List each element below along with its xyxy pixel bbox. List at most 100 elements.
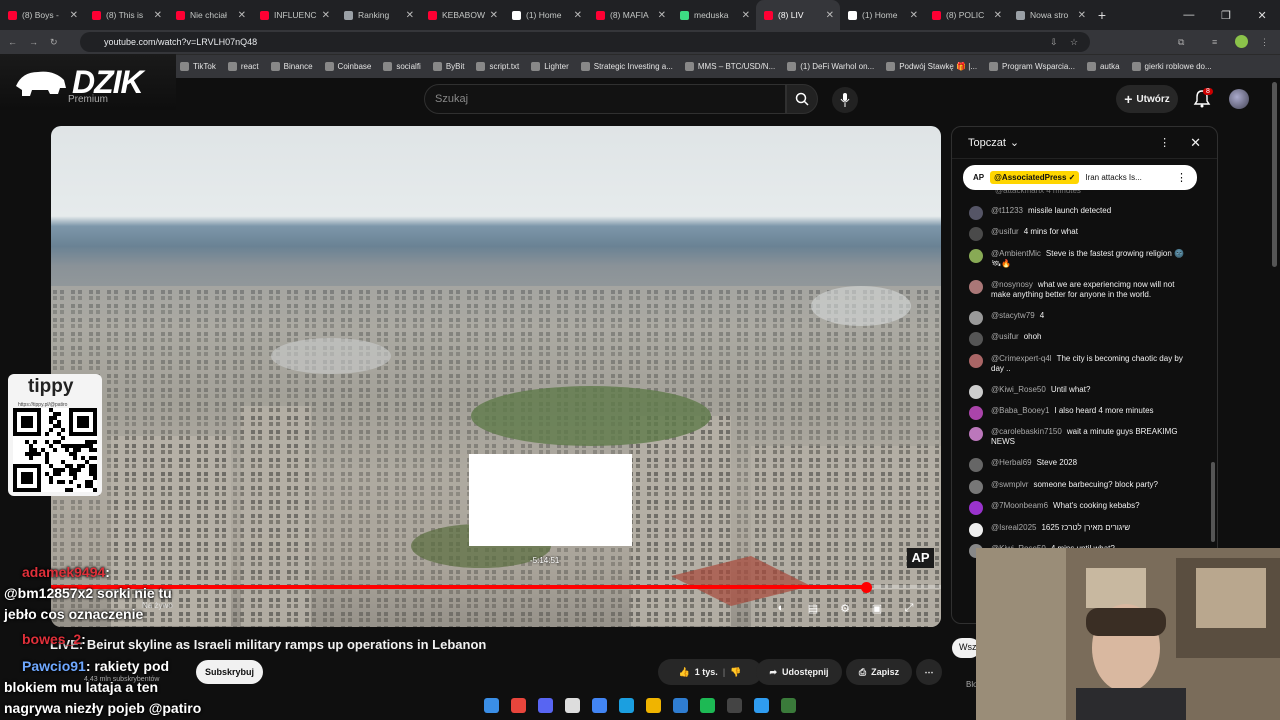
autoplay-toggle-icon[interactable]: ◐ <box>772 602 790 616</box>
taskbar-app-icon[interactable] <box>646 697 661 713</box>
video-player[interactable] <box>51 126 941 627</box>
taskbar-app-icon[interactable] <box>484 697 499 713</box>
settings-gear-icon[interactable]: ⚙ <box>836 602 854 616</box>
taskbar-app-icon[interactable] <box>619 697 634 713</box>
taskbar-app-icon[interactable] <box>754 697 769 713</box>
tab-close-icon[interactable]: ✕ <box>238 10 246 21</box>
browser-tab[interactable]: KEBABOW ✕ <box>420 0 504 30</box>
bookmark-item[interactable]: (1) DeFi Warhol on... <box>781 62 880 71</box>
chat-message[interactable]: @AmbientMic Steve is the fastest growing … <box>969 248 1189 269</box>
install-icon[interactable]: ⇩ <box>1050 37 1058 48</box>
account-avatar[interactable] <box>1229 89 1249 109</box>
bookmark-item[interactable]: Lighter <box>525 62 574 71</box>
chat-message[interactable]: @carolebaskin7150 wait a minute guys BREA… <box>969 427 1189 447</box>
back-icon[interactable]: ← <box>8 37 17 47</box>
taskbar-app-icon[interactable] <box>511 697 526 713</box>
like-icon[interactable]: 👍 <box>679 667 690 678</box>
page-scrollbar[interactable] <box>1272 82 1277 267</box>
bookmark-item[interactable]: Strategic Investing a... <box>575 62 679 71</box>
browser-tab[interactable]: Nie chciał ✕ <box>168 0 252 30</box>
reading-list-icon[interactable]: ≡ <box>1212 37 1217 47</box>
profile-icon[interactable] <box>1235 35 1248 48</box>
tab-close-icon[interactable]: ✕ <box>742 10 750 21</box>
browser-tab[interactable]: meduska ✕ <box>672 0 756 30</box>
taskbar-app-icon[interactable] <box>538 697 553 713</box>
tab-close-icon[interactable]: ✕ <box>154 10 162 21</box>
chat-message[interactable]: @Crimexpert-q4l The city is becoming chao… <box>969 353 1189 374</box>
tab-close-icon[interactable]: ✕ <box>826 10 834 21</box>
taskbar-app-icon[interactable] <box>700 697 715 713</box>
browser-tab[interactable]: Nowa stro ✕ <box>1008 0 1092 30</box>
extensions-icon[interactable]: ⧉ <box>1178 37 1184 48</box>
browser-tab[interactable]: (8) POLIC ✕ <box>924 0 1008 30</box>
tab-close-icon[interactable]: ✕ <box>910 10 918 21</box>
browser-tab[interactable]: (8) MAFIA ✕ <box>588 0 672 30</box>
bookmark-item[interactable]: script.txt <box>470 62 525 71</box>
chat-mode-select[interactable]: Topczat <box>968 137 1006 149</box>
chat-message[interactable]: @swmplvr someone barbecuing? block party? <box>969 479 1189 494</box>
voice-search-button[interactable] <box>832 87 858 113</box>
tab-close-icon[interactable]: ✕ <box>1078 10 1086 21</box>
search-input[interactable]: Szukaj <box>424 84 786 114</box>
chevron-down-icon[interactable]: ⌄ <box>1010 136 1019 149</box>
close-window-icon[interactable]: ✕ <box>1257 9 1266 22</box>
bookmark-item[interactable]: react <box>222 62 265 71</box>
miniplayer-icon[interactable]: ▣ <box>868 602 886 616</box>
browser-tab[interactable]: (8) This is ✕ <box>84 0 168 30</box>
browser-tab[interactable]: INFLUENC ✕ <box>252 0 336 30</box>
bookmark-star-icon[interactable]: ☆ <box>1070 37 1078 48</box>
tab-close-icon[interactable]: ✕ <box>658 10 666 21</box>
chat-message[interactable]: @nosynosy what we are experiencimg now wi… <box>969 279 1189 300</box>
chat-message[interactable]: @stacytw79 4 <box>969 310 1189 325</box>
create-button[interactable]: + Utwórz <box>1116 85 1178 113</box>
taskbar-app-icon[interactable] <box>781 697 796 713</box>
bookmark-item[interactable]: Program Wsparcia... <box>983 62 1081 71</box>
browser-tab[interactable]: (8) LIV ✕ <box>756 0 840 30</box>
bookmark-item[interactable]: socialfi <box>377 62 426 71</box>
reload-icon[interactable]: ↻ <box>50 37 58 48</box>
browser-tab[interactable]: (1) Home ✕ <box>504 0 588 30</box>
bookmark-item[interactable]: ByBit <box>427 62 471 71</box>
address-bar[interactable]: youtube.com/watch?v=LRVLH07nQ48 <box>80 32 1090 52</box>
browser-tab[interactable]: (8) Boys - ✕ <box>0 0 84 30</box>
taskbar-app-icon[interactable] <box>727 697 742 713</box>
taskbar-app-icon[interactable] <box>565 697 580 713</box>
save-button[interactable]: ⎙ Zapisz <box>846 659 912 685</box>
tab-close-icon[interactable]: ✕ <box>322 10 330 21</box>
chat-scrollbar[interactable] <box>1211 462 1215 542</box>
tab-close-icon[interactable]: ✕ <box>490 10 498 21</box>
forward-icon[interactable]: → <box>29 37 38 47</box>
taskbar-app-icon[interactable] <box>592 697 607 713</box>
chat-message[interactable]: @usifur 4 mins for what <box>969 227 1189 242</box>
pinned-message[interactable]: AP @AssociatedPress ✓ Iran attacks Is...… <box>963 165 1197 190</box>
pinned-menu-icon[interactable]: ⋮ <box>1176 171 1187 184</box>
tab-close-icon[interactable]: ✕ <box>406 10 414 21</box>
chat-menu-icon[interactable]: ⋮ <box>1159 136 1170 149</box>
chat-message[interactable]: @Isreal2025 1625 שיגורים מאירן לטרכז <box>969 522 1189 537</box>
restore-icon[interactable]: ❐ <box>1221 9 1231 22</box>
more-actions-button[interactable]: ⋯ <box>916 659 942 685</box>
bookmark-item[interactable]: MMS – BTC/USD/N... <box>679 62 781 71</box>
tab-close-icon[interactable]: ✕ <box>994 10 1002 21</box>
bookmark-item[interactable]: Podwój Stawkę 🎁 |... <box>880 62 983 71</box>
chat-message[interactable]: @Kiwi_Rose50 Until what? <box>969 384 1189 399</box>
tab-close-icon[interactable]: ✕ <box>70 10 78 21</box>
bookmark-item[interactable]: gierki roblowe do... <box>1126 62 1218 71</box>
bookmark-item[interactable]: Binance <box>265 62 319 71</box>
subtitles-icon[interactable]: ▤ <box>804 602 822 616</box>
search-button[interactable] <box>786 84 818 114</box>
share-button[interactable]: ➦ Udostępnij <box>756 659 842 685</box>
like-count[interactable]: 1 tys. <box>695 667 718 677</box>
new-tab-button[interactable]: + <box>1092 7 1112 23</box>
bookmark-item[interactable]: autka <box>1081 62 1126 71</box>
chat-message[interactable]: @usifur ohoh <box>969 332 1189 347</box>
fullscreen-icon[interactable]: ⤢ <box>900 602 918 616</box>
browser-menu-icon[interactable]: ⋮ <box>1260 37 1269 48</box>
browser-tab[interactable]: Ranking ✕ <box>336 0 420 30</box>
bookmark-item[interactable]: TikTok <box>174 62 222 71</box>
taskbar-app-icon[interactable] <box>673 697 688 713</box>
chat-message[interactable]: @t11233 missile launch detected <box>969 206 1189 220</box>
tab-close-icon[interactable]: ✕ <box>574 10 582 21</box>
browser-tab[interactable]: (1) Home ✕ <box>840 0 924 30</box>
minimize-icon[interactable]: — <box>1183 9 1194 21</box>
